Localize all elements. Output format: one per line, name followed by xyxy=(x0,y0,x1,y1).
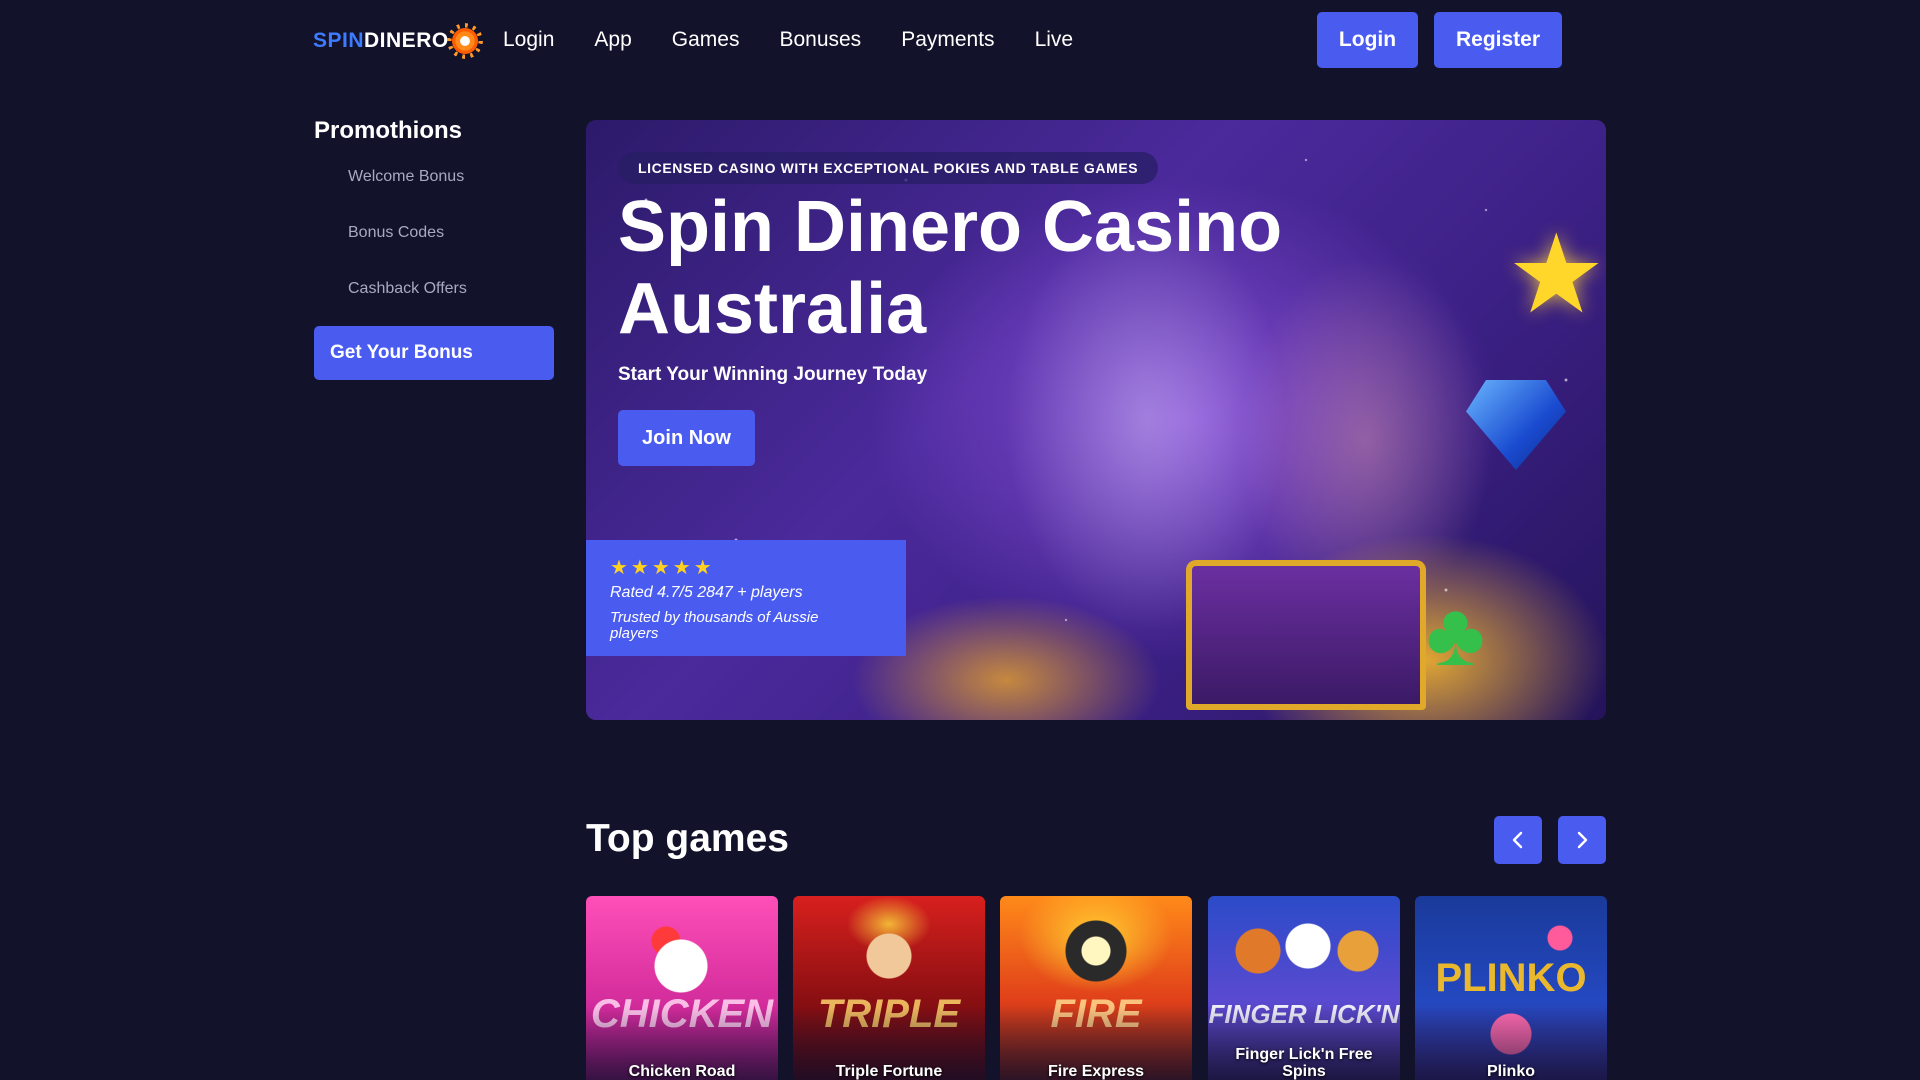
sidebar-item-cashback-offers[interactable]: Cashback Offers xyxy=(348,280,467,298)
game-title: Triple Fortune xyxy=(835,1063,943,1080)
nav-payments[interactable]: Payments xyxy=(901,26,994,54)
sun-icon xyxy=(449,26,480,56)
treasure-chest-image xyxy=(1186,560,1426,710)
plinko-art-title: PLINKO xyxy=(1435,956,1587,1000)
game-title: Plinko xyxy=(1486,1063,1535,1080)
sidebar-item-welcome-bonus[interactable]: Welcome Bonus xyxy=(348,168,464,186)
nav-app[interactable]: App xyxy=(594,26,631,54)
hero-banner: ★ ♣ LICENSED CASINO WITH EXCEPTIONAL POK… xyxy=(586,120,1606,720)
site-header: SPINDINERO Login App Games Bonuses Payme… xyxy=(0,0,1920,80)
rating-line: Rated 4.7/5 2847 + players xyxy=(610,584,882,602)
clover-image: ♣ xyxy=(1426,585,1486,685)
join-now-button[interactable]: Join Now xyxy=(618,410,755,466)
chevron-right-icon xyxy=(1577,831,1588,849)
site-logo[interactable]: SPINDINERO xyxy=(313,24,480,58)
game-card-chicken-road[interactable]: CHICKEN Chicken Road xyxy=(586,896,778,1080)
game-card-plinko[interactable]: PLINKO Plinko xyxy=(1415,896,1607,1080)
rating-players: 2847 + players xyxy=(697,584,803,601)
rating-score: Rated 4.7/5 xyxy=(610,584,693,601)
game-card-finger-lickn[interactable]: FINGER LICK'N Finger Lick'n Free Spins xyxy=(1208,896,1400,1080)
rating-trust-text: Trusted by thousands of Aussie players xyxy=(610,609,819,642)
get-bonus-button[interactable]: Get Your Bonus xyxy=(314,326,554,380)
gold-star-image: ★ xyxy=(1507,213,1606,336)
hero-title: Spin Dinero Casino Australia xyxy=(618,187,1283,349)
logo-spin-text: SPIN xyxy=(313,29,365,52)
game-card-triple-fortune[interactable]: TRIPLE Triple Fortune xyxy=(793,896,985,1080)
nav-live[interactable]: Live xyxy=(1035,26,1074,54)
carousel-next-button[interactable] xyxy=(1558,816,1606,864)
top-games-title: Top games xyxy=(586,817,789,860)
hero-badge: LICENSED CASINO WITH EXCEPTIONAL POKIES … xyxy=(618,152,1159,184)
nav-games[interactable]: Games xyxy=(672,26,740,54)
nav-login[interactable]: Login xyxy=(503,26,554,54)
main-nav: Login App Games Bonuses Payments Live xyxy=(503,26,1113,54)
game-title: Chicken Road xyxy=(628,1063,736,1080)
logo-text: SPINDINERO xyxy=(313,29,449,53)
register-button[interactable]: Register xyxy=(1434,12,1562,68)
hero-subtitle: Start Your Winning Journey Today xyxy=(618,364,928,385)
logo-dinero-text: DINERO xyxy=(364,29,449,52)
chevron-left-icon xyxy=(1512,831,1523,849)
sidebar-item-bonus-codes[interactable]: Bonus Codes xyxy=(348,224,444,242)
sidebar-title: Promothions xyxy=(314,117,462,144)
game-card-fire-express[interactable]: FIRE Fire Express xyxy=(1000,896,1192,1080)
game-title: Fire Express xyxy=(1047,1063,1145,1080)
rating-stars-icon: ★★★★★ xyxy=(610,557,715,579)
carousel-prev-button[interactable] xyxy=(1494,816,1542,864)
nav-bonuses[interactable]: Bonuses xyxy=(779,26,861,54)
game-title: Finger Lick'n Free Spins xyxy=(1235,1046,1373,1080)
login-button[interactable]: Login xyxy=(1317,12,1418,68)
rating-card: ★★★★★ Rated 4.7/5 2847 + players Trusted… xyxy=(586,540,906,656)
